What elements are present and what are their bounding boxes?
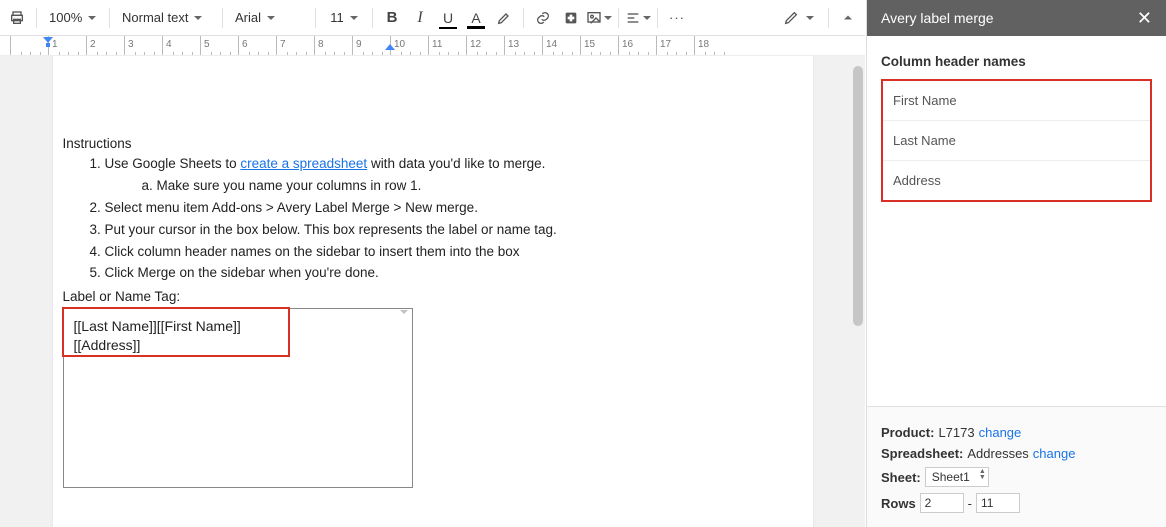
editor-area: Instructions Use Google Sheets to create… <box>0 56 865 527</box>
instruction-item: Use Google Sheets to create a spreadshee… <box>105 155 803 196</box>
highlight-button[interactable] <box>491 5 517 31</box>
print-icon[interactable] <box>4 5 30 31</box>
insert-comment-button[interactable] <box>558 5 584 31</box>
spreadsheet-value: Addresses <box>967 446 1028 461</box>
rows-from-input[interactable]: 2 <box>920 493 964 513</box>
column-item[interactable]: First Name <box>883 81 1150 121</box>
label-box-dropdown-icon[interactable] <box>400 313 408 331</box>
insert-image-button[interactable] <box>586 5 612 31</box>
product-label: Product: <box>881 425 934 440</box>
label-line: [[Address]] <box>74 336 402 354</box>
style-value: Normal text <box>122 10 188 25</box>
text-color-button[interactable]: A <box>463 5 489 31</box>
scrollbar-track[interactable] <box>851 56 865 527</box>
zoom-dropdown[interactable]: 100% <box>43 5 103 31</box>
toolbar: 100% Normal text Arial 11 B I U A ··· <box>0 0 865 36</box>
column-item[interactable]: Address <box>883 161 1150 200</box>
ruler[interactable]: 123456789101112131415161718 <box>0 36 865 56</box>
font-size-dropdown[interactable]: 11 <box>322 5 366 31</box>
font-size-value: 11 <box>330 10 344 25</box>
column-item[interactable]: Last Name <box>883 121 1150 161</box>
editing-mode-caret[interactable] <box>806 16 814 20</box>
spreadsheet-label: Spreadsheet: <box>881 446 963 461</box>
align-button[interactable] <box>625 5 651 31</box>
more-button[interactable]: ··· <box>664 5 690 31</box>
sidebar-title: Avery label merge <box>881 10 994 26</box>
font-dropdown[interactable]: Arial <box>229 5 309 31</box>
product-change-link[interactable]: change <box>979 425 1022 440</box>
sheet-label: Sheet: <box>881 470 921 485</box>
insert-link-button[interactable] <box>530 5 556 31</box>
underline-button[interactable]: U <box>435 5 461 31</box>
scrollbar-thumb[interactable] <box>853 66 863 326</box>
label-title: Label or Name Tag: <box>63 289 803 304</box>
column-list: First Name Last Name Address <box>881 79 1152 202</box>
sheet-select[interactable]: Sheet1 ▲▼ <box>925 467 989 487</box>
label-box[interactable]: [[Last Name]][[First Name]] [[Address]] <box>63 308 413 488</box>
spreadsheet-change-link[interactable]: change <box>1033 446 1076 461</box>
paragraph-style-dropdown[interactable]: Normal text <box>116 5 216 31</box>
instruction-item: Select menu item Add-ons > Avery Label M… <box>105 199 803 218</box>
sidebar-footer: Product: L7173 change Spreadsheet: Addre… <box>867 406 1166 527</box>
document-page[interactable]: Instructions Use Google Sheets to create… <box>53 56 813 527</box>
font-value: Arial <box>235 10 261 25</box>
editing-mode-button[interactable] <box>778 5 804 31</box>
label-line: [[Last Name]][[First Name]] <box>74 317 402 335</box>
close-icon[interactable]: ✕ <box>1137 9 1152 27</box>
rows-to-input[interactable]: 11 <box>976 493 1020 513</box>
instruction-item: Click column header names on the sidebar… <box>105 243 803 262</box>
rows-separator: - <box>968 496 972 511</box>
instructions-list: Use Google Sheets to create a spreadshee… <box>63 155 803 283</box>
sidebar-header: Avery label merge ✕ <box>867 0 1166 36</box>
rows-label: Rows <box>881 496 916 511</box>
product-value: L7173 <box>938 425 974 440</box>
column-header-title: Column header names <box>881 54 1152 69</box>
zoom-value: 100% <box>49 10 82 25</box>
sidebar: Avery label merge ✕ Column header names … <box>866 0 1166 527</box>
create-spreadsheet-link[interactable]: create a spreadsheet <box>240 156 367 171</box>
instruction-item: Click Merge on the sidebar when you're d… <box>105 264 803 283</box>
instructions-heading: Instructions <box>63 136 803 151</box>
bold-button[interactable]: B <box>379 5 405 31</box>
collapse-toolbar-button[interactable] <box>835 5 861 31</box>
left-indent-marker[interactable] <box>43 37 53 45</box>
italic-button[interactable]: I <box>407 5 433 31</box>
instruction-subitem: Make sure you name your columns in row 1… <box>157 177 803 196</box>
instruction-item: Put your cursor in the box below. This b… <box>105 221 803 240</box>
